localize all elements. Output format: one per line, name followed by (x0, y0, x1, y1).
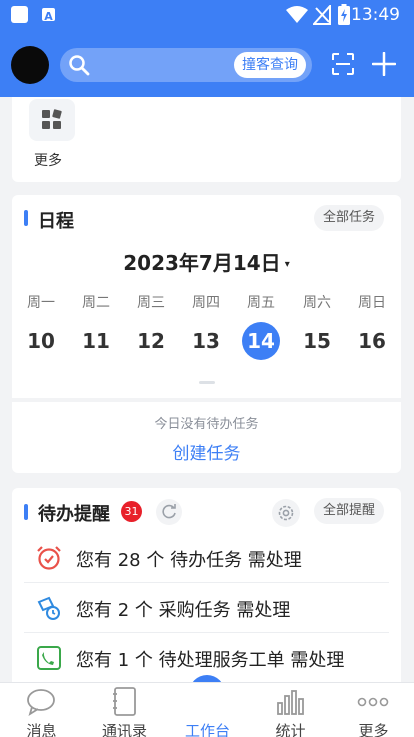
status-bar: A 13:49 (0, 0, 414, 30)
avatar[interactable] (11, 46, 49, 84)
status-time: 13:49 (351, 5, 400, 25)
date-label: 2023年7月14日 (123, 251, 281, 275)
search-input[interactable]: 撞客查询 (60, 48, 312, 82)
weekday-label: 周日 (358, 295, 386, 311)
weekday-label: 周二 (82, 295, 110, 311)
calendar-day[interactable]: 周二 11 (74, 292, 118, 360)
section-accent (24, 504, 28, 520)
day-number: 15 (303, 329, 331, 353)
tab-label: 更多 (358, 722, 389, 737)
weekday-label: 周三 (137, 295, 165, 311)
day-number: 12 (137, 329, 165, 353)
tab-label: 消息 (26, 722, 57, 737)
tab-more[interactable]: 更多 (332, 683, 414, 737)
tab-workbench[interactable]: 工作台 (166, 683, 249, 737)
day-number: 13 (192, 329, 220, 353)
todo-count-badge: 31 (121, 501, 142, 522)
shortcuts-card: 更多 (12, 97, 401, 182)
battery-charging-icon (338, 4, 350, 25)
bar-chart-icon (277, 690, 304, 715)
bottom-nav: 消息 通讯录 工作台 统计 更多 (0, 682, 414, 737)
app-header: 撞客查询 (0, 30, 414, 97)
notification-a-icon: A (42, 8, 55, 23)
divider (12, 398, 401, 402)
scan-icon[interactable] (331, 52, 355, 76)
day-number: 16 (358, 329, 386, 353)
calendar-day[interactable]: 周三 12 (129, 292, 173, 360)
todo-card: 待办提醒 31 全部提醒 您有 28 个 待办任务 需处理 您有 2 个 采购任… (12, 488, 401, 688)
wifi-icon (286, 6, 308, 23)
purchase-task-icon (37, 596, 60, 620)
more-dots-icon (357, 697, 389, 707)
todo-item[interactable]: 您有 2 个 采购任务 需处理 (24, 583, 389, 633)
service-phone-icon (37, 646, 61, 670)
tab-statistics[interactable]: 统计 (249, 683, 332, 737)
calendar-day[interactable]: 周一 10 (19, 292, 63, 360)
calendar-day[interactable]: 周四 13 (184, 292, 228, 360)
calendar-day[interactable]: 周五 14 (239, 292, 283, 360)
todo-item-text: 您有 28 个 待办任务 需处理 (76, 550, 302, 571)
plus-icon[interactable] (372, 52, 396, 76)
tab-messages[interactable]: 消息 (0, 683, 83, 737)
alarm-clock-icon (37, 546, 61, 570)
date-picker[interactable]: 2023年7月14日 ▾ (12, 247, 401, 276)
tab-label: 通讯录 (101, 722, 147, 737)
gear-icon[interactable] (272, 499, 300, 527)
more-shortcut-label: 更多 (34, 153, 62, 169)
weekday-label: 周六 (303, 295, 331, 311)
search-icon (69, 55, 90, 76)
todo-title: 待办提醒 (38, 504, 110, 525)
todo-item-text: 您有 2 个 采购任务 需处理 (76, 600, 291, 621)
tab-label: 统计 (275, 722, 306, 737)
notification-icon (11, 6, 28, 23)
day-number: 10 (27, 329, 55, 353)
more-shortcut-button[interactable] (29, 99, 75, 141)
drag-handle[interactable] (199, 381, 215, 384)
chat-bubble-icon (27, 689, 55, 717)
all-tasks-button[interactable]: 全部任务 (314, 205, 385, 231)
contacts-book-icon (113, 687, 136, 716)
signal-off-icon (313, 5, 331, 25)
tab-contacts[interactable]: 通讯录 (83, 683, 166, 737)
todo-item-text: 您有 1 个 待处理服务工单 需处理 (76, 650, 345, 671)
weekday-label: 周一 (27, 295, 55, 311)
weekday-label: 周四 (192, 295, 220, 311)
calendar-day[interactable]: 周六 15 (295, 292, 339, 360)
search-button[interactable]: 撞客查询 (234, 52, 306, 78)
refresh-icon[interactable] (156, 499, 182, 525)
section-accent (24, 210, 28, 226)
all-reminders-button[interactable]: 全部提醒 (314, 498, 385, 524)
weekday-label: 周五 (247, 295, 275, 311)
todo-item[interactable]: 您有 28 个 待办任务 需处理 (24, 533, 389, 583)
selected-day-number: 14 (242, 322, 280, 360)
create-task-link[interactable]: 创建任务 (12, 439, 401, 464)
day-number: 11 (82, 329, 110, 353)
schedule-card: 日程 全部任务 2023年7月14日 ▾ 周一 10 周二 11 周三 12 周四 13 周五 14… (12, 195, 401, 473)
empty-tasks-text: 今日没有待办任务 (154, 417, 259, 432)
caret-down-icon: ▾ (284, 259, 290, 270)
calendar-day[interactable]: 周日 16 (350, 292, 394, 360)
schedule-title: 日程 (38, 211, 74, 232)
tab-label: 工作台 (184, 722, 230, 737)
apps-grid-icon (42, 109, 62, 129)
